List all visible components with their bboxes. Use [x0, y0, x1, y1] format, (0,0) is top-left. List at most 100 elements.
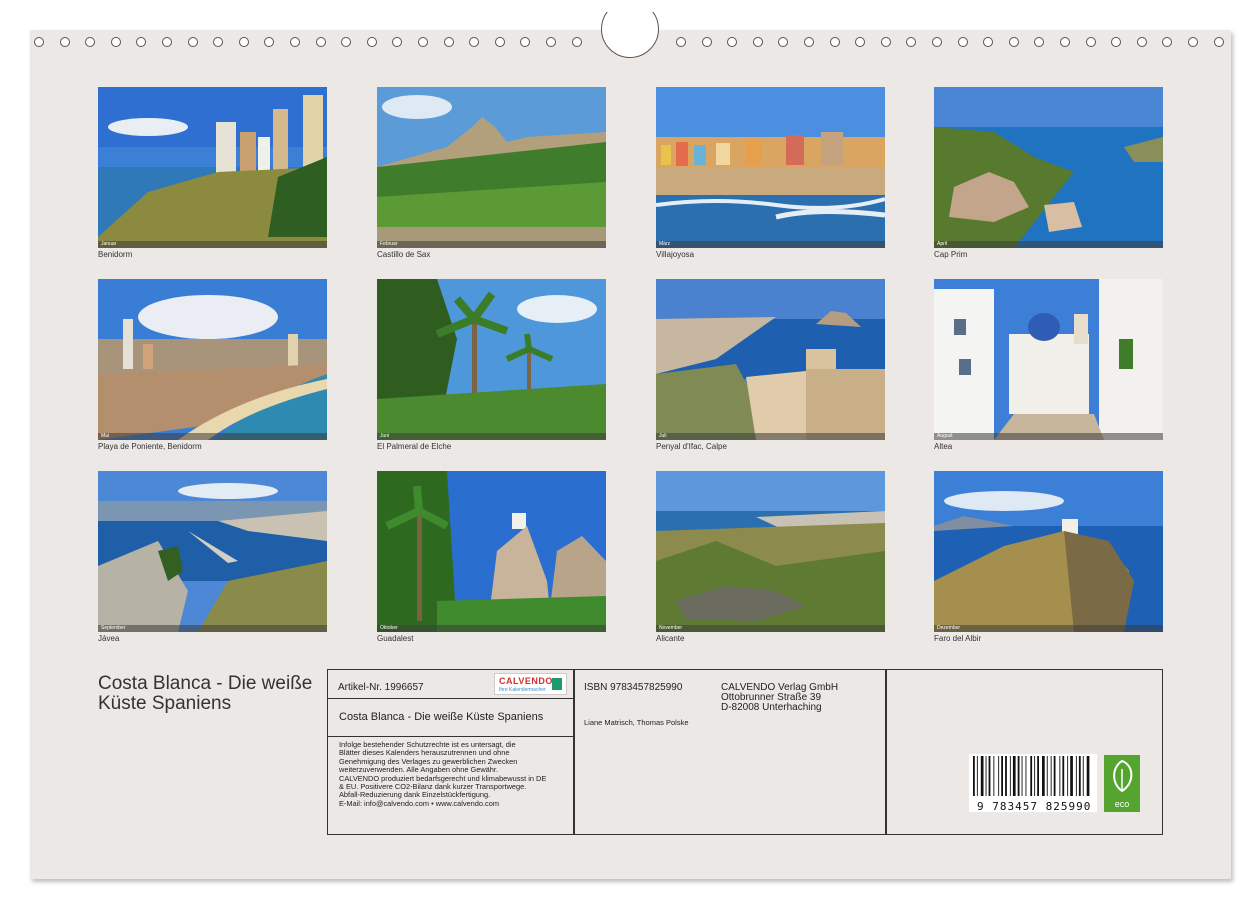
- month-label: Oktober: [380, 625, 398, 631]
- binding-ring: [213, 37, 224, 47]
- binding-ring: [59, 37, 70, 47]
- binding-ring: [366, 37, 377, 47]
- month-label: Januar: [101, 241, 117, 247]
- photo-caption: El Palmeral de Elche: [377, 442, 452, 451]
- month-strip: Januar: [98, 241, 327, 248]
- month-label: Mai: [101, 433, 110, 439]
- photo-scene: [377, 471, 606, 632]
- logo-name: CALVENDO: [499, 676, 553, 686]
- month-strip: April: [934, 241, 1163, 248]
- publisher-city: D-82008 Unterhaching: [721, 702, 822, 713]
- calendar-photo: März: [656, 87, 885, 248]
- binding-ring: [880, 37, 891, 47]
- leaf-icon: [1113, 759, 1133, 793]
- calvendo-logo: CALVENDO Ihre Kalendermacher: [494, 673, 567, 695]
- photo-caption: Alicante: [656, 634, 685, 643]
- calendar-title: Costa Blanca - Die weiße Küste Spaniens: [98, 673, 313, 714]
- logo-mark-icon: [552, 678, 562, 690]
- month-strip: August: [934, 433, 1163, 440]
- binding-ring: [238, 37, 249, 47]
- month-strip: Mai: [98, 433, 327, 440]
- authors: Liane Matrisch, Thomas Polske: [584, 718, 689, 727]
- calendar-photo: Juli: [656, 279, 885, 440]
- photo-scene: [934, 471, 1163, 632]
- month-strip: Juli: [656, 433, 885, 440]
- barcode: 9 783457 825990: [969, 754, 1097, 813]
- photo-scene: [98, 87, 327, 248]
- month-label: Juli: [659, 433, 667, 439]
- isbn: ISBN 9783457825990: [584, 682, 683, 693]
- binding-ring: [494, 37, 505, 47]
- legal-text: Infolge bestehender Schutzrechte ist es …: [339, 740, 547, 808]
- binding-ring: [778, 37, 789, 47]
- logo-tagline: Ihre Kalendermacher: [499, 687, 546, 693]
- binding-ring: [1188, 37, 1198, 47]
- binding-ring: [701, 37, 712, 47]
- month-strip: Dezember: [934, 625, 1163, 632]
- calendar-photo: Dezember: [934, 471, 1163, 632]
- calendar-photo: Januar: [98, 87, 327, 248]
- hanger-cutout: [601, 12, 659, 58]
- binding-ring: [571, 37, 582, 47]
- month-strip: Oktober: [377, 625, 606, 632]
- binding-ring: [290, 37, 300, 47]
- binding-ring: [392, 37, 403, 47]
- binding-ring: [443, 37, 454, 47]
- binding-ring: [187, 37, 198, 47]
- binding-ring: [983, 37, 994, 47]
- photo-scene: [656, 279, 885, 440]
- photo-caption: Penyal d'Ifac, Calpe: [656, 442, 727, 451]
- calendar-photo: Mai: [98, 279, 327, 440]
- photo-caption: Faro del Albir: [934, 634, 982, 643]
- month-label: September: [101, 625, 126, 631]
- month-strip: Februar: [377, 241, 606, 248]
- binding-ring: [727, 37, 738, 47]
- photo-scene: [98, 471, 327, 632]
- month-label: Februar: [380, 241, 398, 247]
- binding-ring: [34, 37, 44, 47]
- binding-ring: [1111, 37, 1122, 47]
- photo-caption: Jávea: [98, 634, 120, 643]
- calendar-photo: April: [934, 87, 1163, 248]
- binding-ring: [469, 37, 480, 47]
- photo-caption: Playa de Poniente, Benidorm: [98, 442, 202, 451]
- photo-scene: [656, 87, 885, 248]
- eco-badge: eco: [1104, 755, 1140, 812]
- binding-ring: [1008, 37, 1019, 47]
- month-label: Juni: [380, 433, 390, 439]
- binding-ring: [1034, 37, 1045, 47]
- binding-ring: [546, 37, 556, 47]
- photo-scene: [377, 279, 606, 440]
- binding-ring: [264, 37, 275, 47]
- photo-caption: Benidorm: [98, 250, 133, 259]
- binding-ring: [1085, 37, 1096, 47]
- photo-caption: Villajoyosa: [656, 250, 695, 259]
- binding-ring: [1060, 37, 1070, 47]
- photo-scene: [656, 471, 885, 632]
- binding-ring: [85, 37, 96, 47]
- binding-ring: [341, 37, 352, 47]
- binding-ring: [162, 37, 172, 47]
- photo-scene: [934, 279, 1163, 440]
- binding-ring: [1213, 37, 1224, 47]
- binding-ring: [957, 37, 968, 47]
- binding-ring: [932, 37, 942, 47]
- month-strip: November: [656, 625, 885, 632]
- month-label: August: [937, 433, 953, 439]
- binding-ring: [136, 37, 147, 47]
- binding-ring: [1162, 37, 1173, 47]
- photo-scene: [377, 87, 606, 248]
- photo-scene: [934, 87, 1163, 248]
- article-number: Artikel-Nr. 1996657: [338, 682, 424, 693]
- binding-ring: [418, 37, 428, 47]
- month-strip: März: [656, 241, 885, 248]
- info-title-line: Costa Blanca - Die weiße Küste Spaniens: [339, 711, 544, 723]
- month-label: März: [659, 241, 671, 247]
- barcode-number: 9 783457 825990: [977, 800, 1092, 813]
- photo-caption: Guadalest: [377, 634, 414, 643]
- calendar-photo: November: [656, 471, 885, 632]
- month-strip: Juni: [377, 433, 606, 440]
- binding-ring: [676, 37, 686, 47]
- binding-ring: [752, 37, 763, 47]
- binding-ring: [804, 37, 814, 47]
